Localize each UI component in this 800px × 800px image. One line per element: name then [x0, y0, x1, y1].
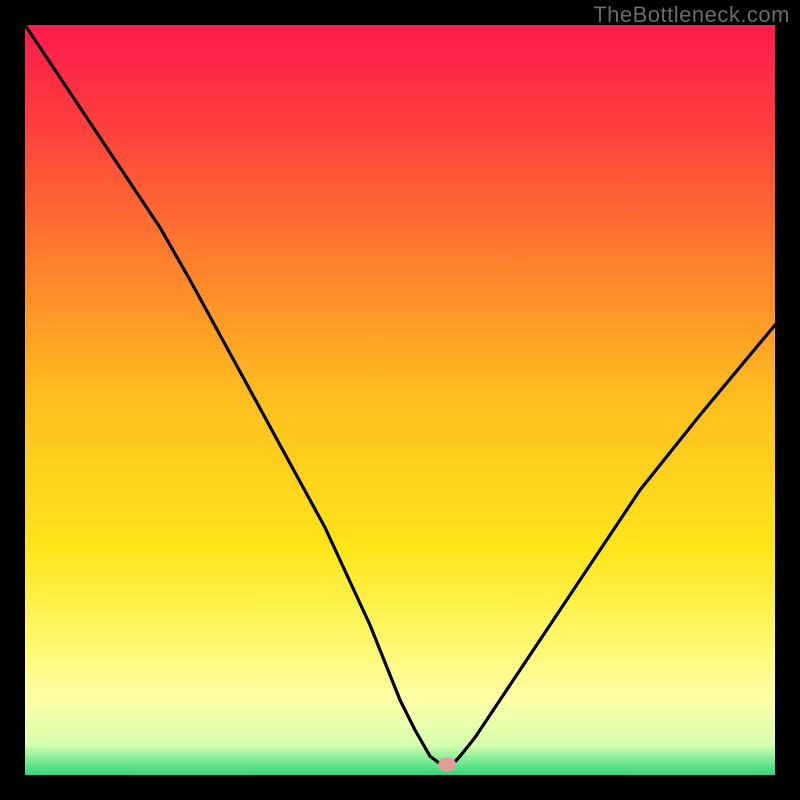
gradient-background	[25, 25, 775, 775]
chart-frame: TheBottleneck.com	[0, 0, 800, 800]
bottleneck-chart	[25, 25, 775, 775]
optimum-marker	[438, 758, 456, 772]
